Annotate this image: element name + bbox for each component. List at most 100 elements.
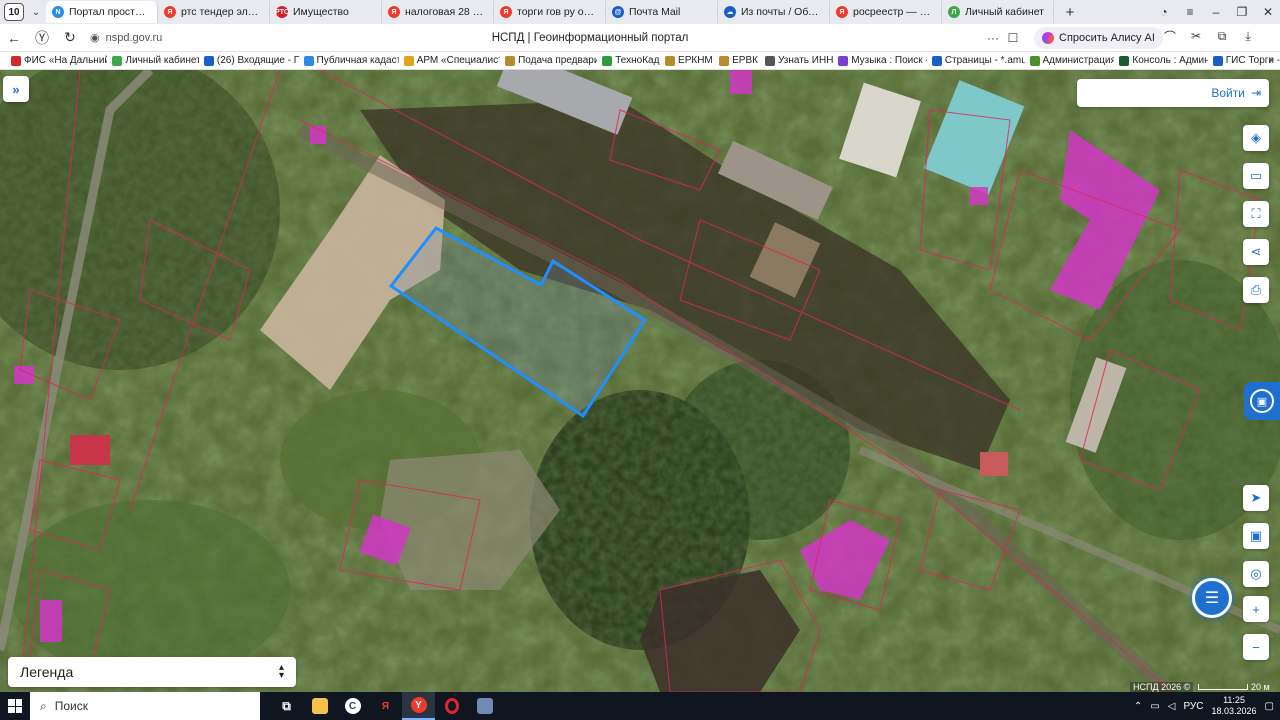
ruler-button[interactable]: ▭ (1243, 163, 1269, 189)
map-view[interactable]: » Войти ⇥ ◈ ▭ ⛶ ⋖ ⎙ ▣ ➤ ▣ ◎ ☰ + − Легенд… (0, 70, 1280, 692)
geolocation-icon: ◎ (1250, 566, 1262, 581)
legend-dropdown[interactable]: Легенда ▴ ▾ (8, 657, 296, 687)
yandex-icon[interactable]: Ⓨ (28, 26, 56, 50)
login-button[interactable]: Войти ⇥ (1077, 79, 1269, 107)
reload-icon[interactable]: ↻ (56, 26, 84, 50)
extension-puzzle-icon[interactable]: ⧉ (1214, 28, 1230, 44)
browser-tab[interactable]: ☁ Из почты / Облако М (718, 1, 830, 23)
tab-title: налоговая 28 офици (405, 6, 487, 18)
profile-icon[interactable]: ◔ (1152, 1, 1176, 23)
zoom-out-button[interactable]: − (1243, 634, 1269, 660)
app-photo-icon[interactable] (468, 692, 501, 720)
share-button[interactable]: ⋖ (1243, 239, 1269, 265)
print-button[interactable]: ⎙ (1243, 277, 1269, 303)
select-area-button[interactable]: ⛶ (1243, 201, 1269, 227)
tab-title: Из почты / Облако М (741, 6, 823, 18)
bookmark-item[interactable]: ТехноКад (597, 55, 660, 66)
task-view-icon[interactable]: ⧉ (270, 692, 303, 720)
browser-tab[interactable]: N Портал пространств (46, 1, 158, 23)
tab-favicon-icon: Л (948, 6, 960, 18)
more-icon[interactable]: ··· (985, 30, 1001, 46)
file-explorer-icon[interactable] (303, 692, 336, 720)
bookmark-item[interactable]: Консоль : Админ (1114, 55, 1208, 66)
bookmark-label: Консоль : Админ (1132, 55, 1208, 66)
browser-tab[interactable]: Яросреестр — Яндекс (830, 1, 942, 23)
clock-time: 11:25 (1223, 695, 1245, 705)
tab-favicon-icon: Я (388, 6, 400, 18)
bookmark-item[interactable]: Музыка : Поиск - (833, 55, 927, 66)
network-icon[interactable]: ▭ (1150, 701, 1159, 712)
page-title: НСПД | Геоинформационный портал (491, 31, 689, 44)
site-info-icon[interactable]: ◉ (90, 31, 100, 44)
bookmark-item[interactable]: Узнать ИНН (760, 55, 833, 66)
opera-icon[interactable] (435, 692, 468, 720)
url-field[interactable]: ◉ nspd.gov.ru (90, 31, 290, 45)
bookmark-item[interactable]: Подача предвари (500, 55, 597, 66)
search-icon: ⌕ (40, 698, 47, 713)
close-icon[interactable]: ✕ (1256, 1, 1280, 23)
bookmark-item[interactable]: (26) Входящие - П (199, 55, 299, 66)
minimap-button[interactable]: ▣ (1243, 523, 1269, 549)
select-area-icon: ⛶ (1251, 206, 1261, 221)
tab-title: торги гов ру официа (517, 6, 599, 18)
yandex-app-icon[interactable]: Я (369, 692, 402, 720)
minimize-icon[interactable]: – (1204, 1, 1228, 23)
language-indicator[interactable]: РУС (1183, 701, 1203, 712)
chat-icon: ☰ (1204, 590, 1220, 607)
clock[interactable]: 11:25 18.03.2026 (1212, 695, 1257, 717)
back-icon[interactable]: ← (0, 26, 28, 50)
map-scale: 20 м (1198, 682, 1270, 692)
window-controls: ◔ ≡ – ❐ ✕ (1152, 0, 1280, 24)
chat-button[interactable]: ☰ (1192, 578, 1232, 618)
bookmark-icon[interactable]: ☐ (1005, 30, 1021, 46)
tab-favicon-icon: Я (164, 6, 176, 18)
yandex-browser-icon[interactable]: Y (402, 692, 435, 720)
browser-tab[interactable]: Яналоговая 28 офици (382, 1, 494, 23)
bookmark-item[interactable]: Администрация (1025, 55, 1114, 66)
alice-icon (1042, 32, 1054, 44)
app-c-icon[interactable]: C (336, 692, 369, 720)
volume-icon[interactable]: ◁ (1168, 701, 1176, 712)
assistant-icon: ▣ (1250, 389, 1274, 413)
bookmark-item[interactable]: ФИС «На Дальний (6, 55, 107, 66)
menu-icon[interactable]: ≡ (1178, 1, 1202, 23)
zoom-in-button[interactable]: + (1243, 596, 1269, 622)
expand-panel-button[interactable]: » (3, 76, 29, 102)
bookmarks-overflow-icon[interactable]: » (1268, 54, 1274, 65)
bookmark-item[interactable]: АРМ «Специалист (399, 55, 500, 66)
ask-alice-button[interactable]: Спросить Алису AI (1034, 27, 1163, 49)
tab-title: ртс тендер электрон (181, 6, 263, 18)
bookmark-item[interactable]: Личный кабинет (107, 55, 199, 66)
locate-button[interactable]: ➤ (1243, 485, 1269, 511)
bookmark-item[interactable]: ЕРВК (714, 55, 760, 66)
taskbar-search[interactable]: ⌕ Поиск (30, 692, 260, 720)
browser-tab[interactable]: Яторги гов ру официа (494, 1, 606, 23)
address-bar: ← Ⓨ ↻ ◉ nspd.gov.ru НСПД | Геоинформацио… (0, 24, 1280, 52)
bookmark-label: ЕРКНМ (678, 55, 713, 66)
browser-tab[interactable]: Яртс тендер электрон (158, 1, 270, 23)
extension-hat-icon[interactable]: ⌒ (1162, 28, 1178, 44)
bookmark-label: АРМ «Специалист (416, 55, 501, 66)
extension-icons: ⌒ ✂ ⧉ ⤓ (1162, 28, 1256, 44)
bookmark-item[interactable]: ЕРКНМ (660, 55, 714, 66)
assistant-tab[interactable]: ▣ (1244, 382, 1280, 420)
bookmark-label: Публичная кадаст (316, 55, 399, 66)
browser-tab[interactable]: @ Почта Mail (606, 1, 718, 23)
restore-icon[interactable]: ❐ (1230, 1, 1254, 23)
browser-tab[interactable]: Л Личный кабинет (942, 1, 1054, 23)
extension-tools-icon[interactable]: ✂ (1188, 28, 1204, 44)
start-button[interactable] (0, 692, 30, 720)
geolocation-button[interactable]: ◎ (1243, 561, 1269, 587)
bookmark-item[interactable]: Публичная кадаст (299, 55, 399, 66)
tab-counter[interactable]: 10 (4, 3, 24, 21)
share-icon: ⋖ (1250, 244, 1262, 259)
bookmarks-bar: ФИС «На Дальний Личный кабинет (26) Входящ… (0, 52, 1280, 70)
notifications-icon[interactable]: ▢ (1265, 701, 1274, 712)
browser-tab[interactable]: РТС Имущество (270, 1, 382, 23)
download-icon[interactable]: ⤓ (1240, 28, 1256, 44)
tab-list-chevron-icon[interactable]: ⌄ (28, 4, 44, 20)
layers-button[interactable]: ◈ (1243, 125, 1269, 151)
bookmark-item[interactable]: Страницы - *.amu (927, 55, 1025, 66)
tray-chevron-icon[interactable]: ⌃ (1134, 701, 1142, 712)
new-tab-button[interactable]: + (1060, 2, 1080, 22)
